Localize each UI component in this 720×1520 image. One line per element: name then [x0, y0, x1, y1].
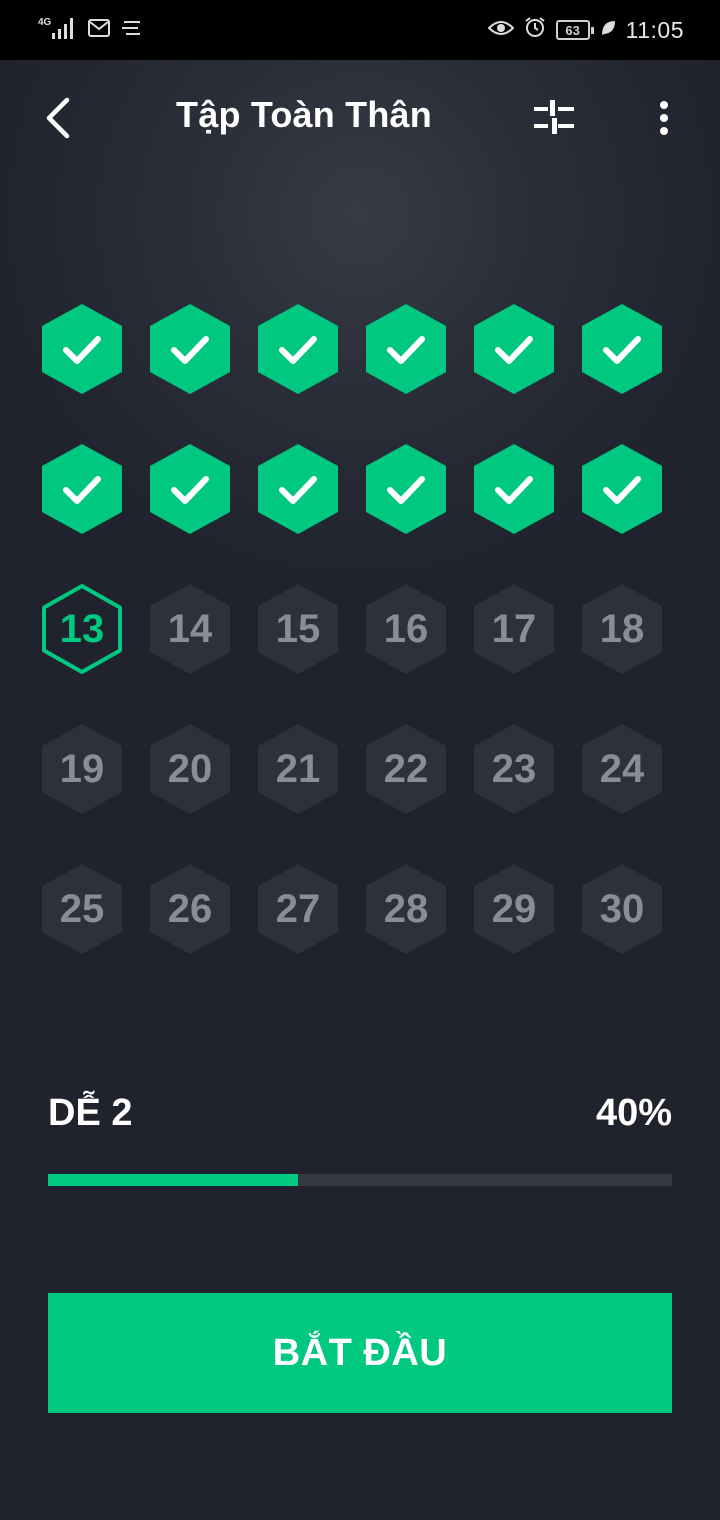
top-bar: Tập Toàn Thân [0, 60, 720, 176]
day-number: 22 [383, 746, 429, 791]
day-number: 18 [599, 606, 645, 651]
day-20-tile[interactable]: 20 [148, 722, 232, 816]
hexagon-shape [582, 444, 662, 534]
eye-icon [487, 17, 515, 43]
status-right: 63 11:05 [487, 16, 684, 44]
day-number: 21 [275, 746, 321, 791]
day-18-tile[interactable]: 18 [580, 582, 664, 676]
day-number: 25 [59, 886, 105, 931]
day-11-tile[interactable] [472, 442, 556, 536]
battery-icon: 63 [555, 20, 594, 40]
day-23-tile[interactable]: 23 [472, 722, 556, 816]
day-number: 20 [167, 746, 213, 791]
day-28-tile[interactable]: 28 [364, 862, 448, 956]
hexagon-shape [258, 444, 338, 534]
day-number: 19 [59, 746, 105, 791]
day-14-tile[interactable]: 14 [148, 582, 232, 676]
adjust-button[interactable] [530, 96, 578, 140]
day-5-tile[interactable] [472, 302, 556, 396]
day-number: 29 [491, 886, 537, 931]
day-2-tile[interactable] [148, 302, 232, 396]
hexagon-shape [150, 304, 230, 394]
day-number: 26 [167, 886, 213, 931]
day-12-tile[interactable] [580, 442, 664, 536]
start-button[interactable]: BẮT ĐẦU [48, 1293, 672, 1413]
day-16-tile[interactable]: 16 [364, 582, 448, 676]
day-4-tile[interactable] [364, 302, 448, 396]
more-options-button[interactable] [646, 94, 682, 142]
day-6-tile[interactable] [580, 302, 664, 396]
day-number: 24 [599, 746, 645, 791]
status-bar: 4G 63 11:05 [0, 0, 720, 60]
signal-icon: 4G [38, 15, 78, 46]
day-1-tile[interactable] [40, 302, 124, 396]
day-22-tile[interactable]: 22 [364, 722, 448, 816]
data-icon [120, 19, 142, 42]
progress-fill [48, 1174, 298, 1186]
hexagon-shape [366, 444, 446, 534]
mail-icon [88, 18, 110, 42]
sliders-icon [534, 100, 574, 134]
hexagon-shape [582, 304, 662, 394]
day-3-tile[interactable] [256, 302, 340, 396]
clock: 11:05 [625, 16, 684, 43]
day-17-tile[interactable]: 17 [472, 582, 556, 676]
level-label: DỄ 2 [48, 1092, 133, 1134]
progress-bar [48, 1174, 672, 1186]
hexagon-shape [150, 444, 230, 534]
network-type: 4G [38, 17, 52, 28]
day-29-tile[interactable]: 29 [472, 862, 556, 956]
hexagon-shape [474, 444, 554, 534]
hexagon-shape [366, 304, 446, 394]
more-vertical-icon [660, 101, 668, 135]
day-13-tile[interactable]: 13 [40, 582, 124, 676]
status-left: 4G [38, 16, 142, 44]
day-21-tile[interactable]: 21 [256, 722, 340, 816]
day-number: 16 [383, 606, 429, 651]
day-number: 15 [275, 606, 321, 651]
day-24-tile[interactable]: 24 [580, 722, 664, 816]
day-9-tile[interactable] [256, 442, 340, 536]
day-number: 28 [383, 886, 429, 931]
leaf-icon [600, 17, 616, 43]
day-number: 23 [491, 746, 537, 791]
day-15-tile[interactable]: 15 [256, 582, 340, 676]
day-25-tile[interactable]: 25 [40, 862, 124, 956]
day-27-tile[interactable]: 27 [256, 862, 340, 956]
alarm-icon [524, 16, 546, 44]
day-number: 30 [599, 886, 645, 931]
hexagon-shape [258, 304, 338, 394]
level-percent: 40% [595, 1092, 672, 1134]
hexagon-shape [42, 304, 122, 394]
day-26-tile[interactable]: 26 [148, 862, 232, 956]
day-8-tile[interactable] [148, 442, 232, 536]
day-number: 13 [59, 606, 105, 651]
day-7-tile[interactable] [40, 442, 124, 536]
day-30-tile[interactable]: 30 [580, 862, 664, 956]
hexagon-shape [42, 444, 122, 534]
hexagon-shape [474, 304, 554, 394]
page-title: Tập Toàn Thân [176, 94, 432, 135]
day-19-tile[interactable]: 19 [40, 722, 124, 816]
day-number: 14 [167, 606, 213, 651]
day-number: 17 [491, 606, 537, 651]
day-10-tile[interactable] [364, 442, 448, 536]
day-number: 27 [275, 886, 321, 931]
